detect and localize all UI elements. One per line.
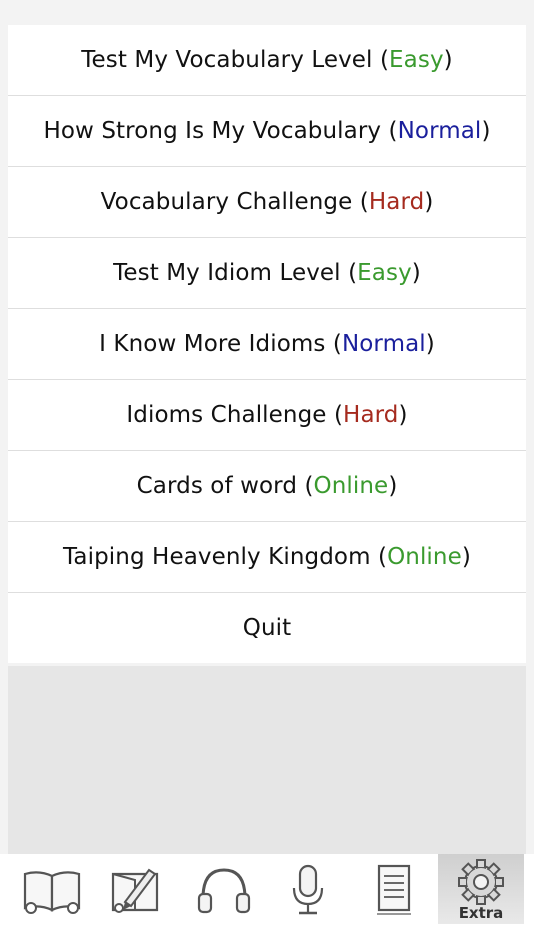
tab-extra-label: Extra	[458, 904, 504, 922]
menu-item-know-more-idioms[interactable]: I Know More Idioms (Normal)	[8, 309, 526, 380]
extra-menu: Test My Vocabulary Level (Easy) How Stro…	[8, 25, 526, 663]
online-tag: Online	[387, 544, 462, 570]
headphones-icon	[197, 868, 251, 914]
difficulty-tag: Easy	[357, 260, 412, 286]
microphone-icon	[292, 864, 324, 915]
menu-item-taiping-heavenly-kingdom[interactable]: Taiping Heavenly Kingdom (Online)	[8, 522, 526, 593]
menu-item-cards-of-word[interactable]: Cards of word (Online)	[8, 451, 526, 522]
app-screen: Test My Vocabulary Level (Easy) How Stro…	[0, 0, 534, 950]
menu-item-vocabulary-challenge[interactable]: Vocabulary Challenge (Hard)	[8, 167, 526, 238]
tab-speak[interactable]	[270, 854, 346, 924]
tab-extra[interactable]: Extra	[438, 854, 524, 924]
menu-item-label: I Know More Idioms	[99, 331, 326, 357]
tab-write[interactable]	[100, 854, 176, 924]
menu-item-label: Cards of word	[136, 473, 298, 499]
menu-item-how-strong-vocabulary[interactable]: How Strong Is My Vocabulary (Normal)	[8, 96, 526, 167]
menu-item-label: Vocabulary Challenge	[100, 189, 353, 215]
menu-item-label: Idioms Challenge	[126, 402, 327, 428]
document-icon	[377, 864, 411, 915]
menu-item-label: Test My Vocabulary Level	[81, 47, 373, 73]
menu-item-label: How Strong Is My Vocabulary	[43, 118, 382, 144]
menu-item-idioms-challenge[interactable]: Idioms Challenge (Hard)	[8, 380, 526, 451]
open-book-icon	[23, 871, 81, 914]
menu-item-label: Taiping Heavenly Kingdom	[63, 544, 371, 570]
menu-item-quit[interactable]: Quit	[8, 593, 526, 663]
difficulty-tag: Normal	[341, 331, 426, 357]
tab-listen[interactable]	[186, 854, 262, 924]
menu-item-test-vocabulary-level[interactable]: Test My Vocabulary Level (Easy)	[8, 25, 526, 96]
tab-read[interactable]	[14, 854, 90, 924]
online-tag: Online	[313, 473, 389, 499]
menu-item-test-idiom-level[interactable]: Test My Idiom Level (Easy)	[8, 238, 526, 309]
menu-item-label: Test My Idiom Level	[113, 260, 341, 286]
difficulty-tag: Hard	[368, 189, 425, 215]
quit-label: Quit	[242, 615, 292, 641]
difficulty-tag: Hard	[343, 402, 399, 428]
gear-icon	[458, 859, 504, 905]
tab-document[interactable]	[356, 854, 432, 924]
difficulty-tag: Easy	[389, 47, 444, 73]
difficulty-tag: Normal	[397, 118, 482, 144]
book-pen-icon	[111, 868, 159, 913]
empty-content-area	[8, 666, 526, 854]
bottom-tab-bar: Extra	[0, 854, 534, 950]
